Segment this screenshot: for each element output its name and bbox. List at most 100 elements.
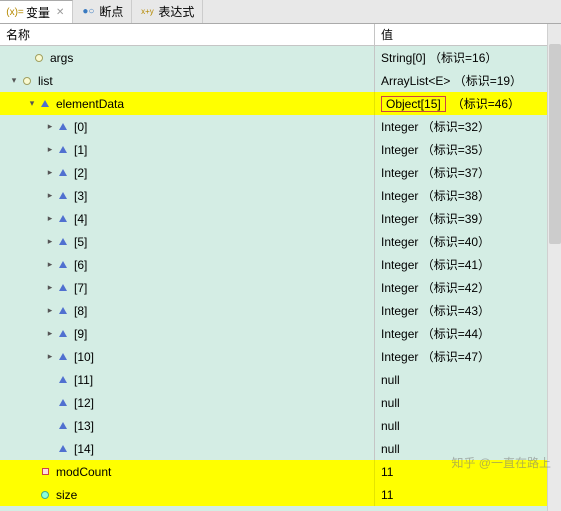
tree-row[interactable]: [11] null — [0, 368, 561, 391]
var-name: args — [46, 51, 73, 65]
expander-icon[interactable]: ▸ — [44, 259, 56, 270]
expander-icon[interactable]: ▸ — [44, 190, 56, 201]
close-icon[interactable]: ✕ — [56, 7, 64, 18]
var-name: [3] — [70, 189, 87, 203]
var-name: [2] — [70, 166, 87, 180]
expander-icon[interactable]: ▸ — [44, 213, 56, 224]
scrollbar-thumb[interactable] — [549, 44, 561, 244]
field-icon — [56, 284, 70, 291]
tree-row[interactable]: [14]null — [0, 437, 561, 460]
tab-expressions[interactable]: x+y 表达式 — [132, 0, 203, 23]
header-name[interactable]: 名称 — [0, 24, 375, 45]
var-name: [9] — [70, 327, 87, 341]
field-icon — [56, 330, 70, 337]
expressions-icon: x+y — [140, 5, 154, 19]
field-icon — [56, 192, 70, 199]
local-var-icon — [32, 54, 46, 62]
var-value: Integer （标识=32） — [375, 115, 561, 138]
var-name: [0] — [70, 120, 87, 134]
tree-row[interactable]: [12] null — [0, 391, 561, 414]
breakpoints-icon: ●○ — [81, 5, 95, 19]
tab-variables[interactable]: (x)= 变量 ✕ — [0, 0, 73, 23]
var-name: [1] — [70, 143, 87, 157]
field-icon — [38, 491, 52, 499]
field-icon — [56, 399, 70, 406]
var-value: Integer （标识=40） — [375, 230, 561, 253]
var-name: [4] — [70, 212, 87, 226]
expander-icon[interactable]: ▾ — [8, 75, 20, 86]
field-icon — [56, 169, 70, 176]
tree-row[interactable]: ▸ [7] Integer （标识=42） — [0, 276, 561, 299]
var-value: Integer （标识=35） — [375, 138, 561, 161]
tree-row[interactable]: ▸[2]Integer （标识=37） — [0, 161, 561, 184]
tab-label: 表达式 — [158, 3, 194, 20]
var-value: null — [375, 437, 561, 460]
field-icon — [56, 353, 70, 360]
var-name: [11] — [70, 373, 93, 387]
var-name: [5] — [70, 235, 87, 249]
tree-row-elementdata[interactable]: ▾ elementData Object[15] （标识=46） — [0, 92, 561, 115]
var-value: null — [375, 391, 561, 414]
expander-icon[interactable]: ▸ — [44, 121, 56, 132]
expander-icon[interactable]: ▸ — [44, 144, 56, 155]
tree-row[interactable]: ▸[8]Integer （标识=43） — [0, 299, 561, 322]
local-var-icon — [20, 77, 34, 85]
tree-row[interactable]: [13] null — [0, 414, 561, 437]
expander-icon[interactable]: ▸ — [44, 305, 56, 316]
tree-row[interactable]: ▸ [1] Integer （标识=35） — [0, 138, 561, 161]
var-value: 11 — [375, 483, 561, 506]
tree-row-modcount[interactable]: modCount 11 — [0, 460, 561, 483]
tree-row[interactable]: ▸ [3] Integer （标识=38） — [0, 184, 561, 207]
var-name: list — [34, 74, 53, 88]
var-name: [13] — [70, 419, 94, 433]
var-value: Integer （标识=47） — [375, 345, 561, 368]
expander-icon[interactable]: ▸ — [44, 236, 56, 247]
var-value: Integer （标识=44） — [375, 322, 561, 345]
tab-bar: (x)= 变量 ✕ ●○ 断点 x+y 表达式 — [0, 0, 561, 24]
var-value: null — [375, 414, 561, 437]
field-icon — [56, 376, 70, 383]
tree-row-list[interactable]: ▾ list ArrayList<E> （标识=19） — [0, 69, 561, 92]
var-value: ArrayList<E> （标识=19） — [375, 69, 561, 92]
tree-row[interactable]: ▸ [0] Integer （标识=32） — [0, 115, 561, 138]
var-value: Integer （标识=39） — [375, 207, 561, 230]
var-name: [12] — [70, 396, 94, 410]
field-icon — [56, 307, 70, 314]
tree-row[interactable]: ▸ [9] Integer （标识=44） — [0, 322, 561, 345]
field-icon — [56, 238, 70, 245]
var-value: String[0] （标识=16） — [375, 46, 561, 69]
expander-icon[interactable]: ▸ — [44, 167, 56, 178]
vertical-scrollbar[interactable] — [547, 24, 561, 511]
tab-label: 断点 — [99, 3, 123, 20]
expander-icon[interactable]: ▸ — [44, 282, 56, 293]
field-icon — [38, 468, 52, 475]
tree-row-size[interactable]: size 11 — [0, 483, 561, 506]
var-value: Integer （标识=42） — [375, 276, 561, 299]
tab-breakpoints[interactable]: ●○ 断点 — [73, 0, 132, 23]
var-name: [7] — [70, 281, 87, 295]
expander-icon[interactable]: ▸ — [44, 328, 56, 339]
var-value: Integer （标识=38） — [375, 184, 561, 207]
tree-row[interactable]: ▸ [10] Integer （标识=47） — [0, 345, 561, 368]
expander-icon[interactable]: ▾ — [26, 98, 38, 109]
tree-row[interactable]: ▸[6]Integer （标识=41） — [0, 253, 561, 276]
tab-label: 变量 — [26, 4, 50, 21]
var-name: [8] — [70, 304, 87, 318]
header-value[interactable]: 值 — [375, 24, 561, 45]
field-icon — [56, 146, 70, 153]
var-name: size — [52, 488, 77, 502]
var-value: null — [375, 368, 561, 391]
var-name: [10] — [70, 350, 94, 364]
tree-row[interactable]: ▸ [4] Integer （标识=39） — [0, 207, 561, 230]
field-icon — [56, 215, 70, 222]
tree-row[interactable]: ▸ [5] Integer （标识=40） — [0, 230, 561, 253]
field-icon — [56, 261, 70, 268]
field-icon — [38, 100, 52, 107]
field-icon — [56, 123, 70, 130]
var-value-boxed: Object[15] — [381, 96, 446, 112]
expander-icon[interactable]: ▸ — [44, 351, 56, 362]
tree-row-args[interactable]: ▶ args String[0] （标识=16） — [0, 46, 561, 69]
var-value-suffix: （标识=46） — [450, 95, 520, 112]
column-headers: 名称 值 — [0, 24, 561, 46]
var-name: elementData — [52, 97, 124, 111]
